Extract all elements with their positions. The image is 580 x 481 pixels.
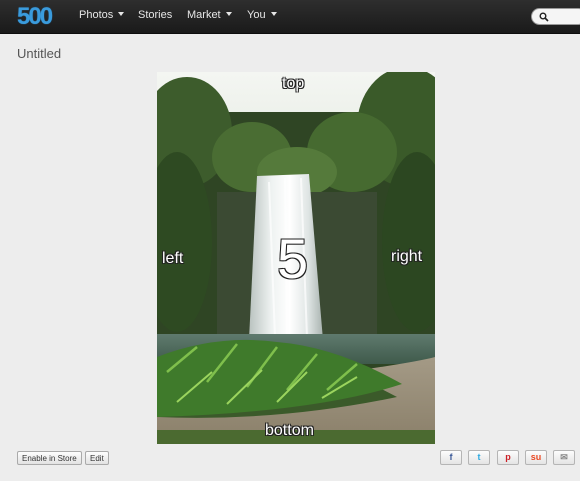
search-icon (539, 12, 549, 22)
nav-stories[interactable]: Stories (138, 9, 172, 21)
chevron-down-icon (270, 12, 277, 17)
nav-market[interactable]: Market (187, 9, 232, 21)
share-facebook-button[interactable]: f (440, 450, 462, 465)
search-input[interactable] (531, 8, 580, 25)
nav-stories-label: Stories (138, 9, 173, 21)
chevron-down-icon (118, 12, 125, 17)
nav-photos-label: Photos (79, 9, 114, 21)
nav-photos[interactable]: Photos (79, 9, 125, 21)
nav-you[interactable]: You (247, 9, 277, 21)
share-pinterest-button[interactable]: p (497, 450, 519, 465)
edit-button[interactable]: Edit (85, 451, 109, 465)
site-logo[interactable]: 500 (17, 3, 53, 31)
overlay-right-label: right (391, 248, 423, 265)
overlay-left-label: left (162, 250, 184, 267)
twitter-icon: t (477, 452, 481, 462)
overlay-top-label: top (282, 75, 305, 92)
overlay-bottom-label: bottom (265, 422, 314, 439)
share-twitter-button[interactable]: t (468, 450, 490, 465)
nav-you-label: You (247, 9, 266, 21)
photo-title: Untitled (17, 46, 62, 61)
nav-market-label: Market (187, 9, 221, 21)
share-stumbleupon-button[interactable]: su (525, 450, 547, 465)
pinterest-icon: p (505, 452, 511, 462)
overlay-center-number: 5 (277, 227, 309, 290)
top-nav-bar: 500 Photos Stories Market You (0, 0, 580, 34)
share-email-button[interactable]: ✉ (553, 450, 575, 465)
enable-in-store-button[interactable]: Enable in Store (17, 451, 82, 465)
chevron-down-icon (225, 12, 232, 17)
stumbleupon-icon: su (530, 452, 542, 462)
email-icon: ✉ (560, 452, 568, 462)
facebook-icon: f (449, 452, 453, 462)
photo-image[interactable]: top left right bottom 5 (157, 72, 435, 444)
